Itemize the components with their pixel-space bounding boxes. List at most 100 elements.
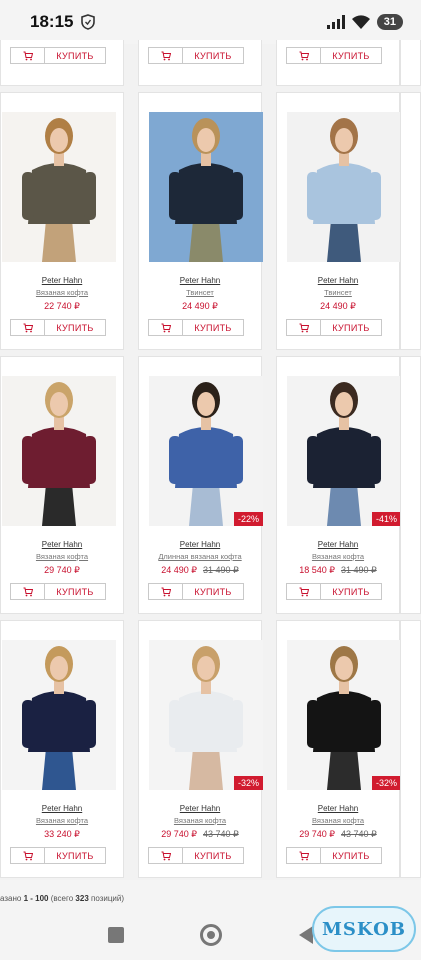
category-link[interactable]: Вязаная кофта — [277, 816, 399, 825]
buy-button[interactable]: КУПИТЬ — [10, 47, 106, 64]
product-card[interactable]: -41% Peter Hahn Вязаная кофта 18 540 ₽ 31 49… — [276, 356, 401, 614]
buy-button-label: КУПИТЬ — [332, 850, 370, 861]
cart-cell[interactable] — [287, 848, 321, 863]
category-link[interactable]: Вязаная кофта — [139, 816, 261, 825]
product-image[interactable]: -41% — [287, 376, 401, 526]
product-image[interactable] — [2, 640, 116, 790]
product-card[interactable]: Peter Hahn Твинсет 24 490 ₽ КУПИТЬ — [138, 92, 263, 350]
product-image[interactable] — [2, 376, 116, 526]
product-image[interactable]: -32% — [149, 640, 263, 790]
buy-button[interactable]: КУПИТЬ — [286, 847, 382, 864]
brand-link[interactable]: Peter Hahn — [139, 276, 261, 285]
buy-button[interactable]: КУПИТЬ — [148, 319, 244, 336]
cart-cell[interactable] — [149, 48, 183, 63]
buy-button[interactable]: КУПИТЬ — [148, 583, 244, 600]
old-price: 31 490 ₽ — [203, 565, 239, 575]
product-card[interactable]: Peter Hahn Вязаная кофта 29 740 ₽ КУПИТЬ — [0, 356, 124, 614]
current-price: 22 740 ₽ — [44, 301, 80, 311]
product-image[interactable] — [2, 112, 116, 262]
cart-cell[interactable] — [11, 48, 45, 63]
status-time: 18:15 — [30, 12, 74, 31]
product-image[interactable]: -22% — [149, 376, 263, 526]
product-image[interactable] — [149, 112, 263, 262]
cart-icon — [23, 51, 33, 60]
product-card[interactable]: -22% Peter Hahn Длинная вязаная кофта 24 49… — [138, 356, 263, 614]
category-link[interactable]: Вязаная кофта — [277, 552, 399, 561]
current-price: 8 040 ₽ — [304, 40, 335, 41]
buy-button-label: КУПИТЬ — [56, 850, 94, 861]
cart-icon — [299, 587, 309, 596]
category-link[interactable]: Длинная вязаная кофта — [139, 552, 261, 561]
cart-cell[interactable] — [11, 320, 45, 335]
brand-link[interactable]: Peter Hahn — [277, 540, 399, 549]
buy-button[interactable]: КУПИТЬ — [148, 47, 244, 64]
buy-button-label: КУПИТЬ — [332, 586, 370, 597]
cart-icon — [161, 587, 171, 596]
cart-icon — [23, 851, 33, 860]
back-button[interactable] — [298, 926, 313, 944]
cart-cell[interactable] — [149, 584, 183, 599]
buy-button-label: КУПИТЬ — [332, 50, 370, 61]
buy-button-label: КУПИТЬ — [56, 50, 94, 61]
category-link[interactable]: Твинсет — [139, 288, 261, 297]
current-price: 29 740 ₽ — [299, 829, 335, 839]
brand-link[interactable]: Peter Hahn — [1, 804, 123, 813]
buy-button[interactable]: КУПИТЬ — [286, 319, 382, 336]
product-image[interactable]: -32% — [287, 640, 401, 790]
old-price: 43 740 ₽ — [203, 829, 239, 839]
home-button[interactable] — [200, 924, 223, 946]
cart-cell[interactable] — [287, 320, 321, 335]
current-price: 29 740 ₽ — [44, 565, 80, 575]
buy-button-label: КУПИТЬ — [56, 586, 94, 597]
category-link[interactable]: Вязаная кофта — [1, 552, 123, 561]
price-line: 33 240 ₽ — [1, 829, 123, 840]
cart-cell[interactable] — [287, 584, 321, 599]
current-price: 24 490 ₽ — [161, 565, 197, 575]
category-link[interactable]: Вязаная кофта — [1, 288, 123, 297]
next-card-peek — [400, 40, 421, 86]
cart-cell[interactable] — [149, 320, 183, 335]
cart-icon — [299, 851, 309, 860]
product-card[interactable]: Peter Hahn Твинсет 24 490 ₽ КУПИТЬ — [276, 92, 401, 350]
summary-middle: (всего — [50, 894, 74, 903]
current-price: 24 490 ₽ — [320, 301, 356, 311]
status-icons: 31 — [326, 14, 403, 30]
buy-button[interactable]: КУПИТЬ — [148, 847, 244, 864]
buy-button[interactable]: КУПИТЬ — [10, 847, 106, 864]
cart-cell[interactable] — [287, 48, 321, 63]
price-line: 24 490 ₽ — [139, 301, 261, 312]
cart-icon — [23, 323, 33, 332]
product-card[interactable]: -32% Peter Hahn Вязаная кофта 29 740 ₽ 43 74… — [276, 620, 401, 878]
current-price: 31 490 ₽ — [44, 40, 80, 41]
category-link[interactable]: Твинсет — [277, 288, 399, 297]
next-card-peek — [400, 92, 421, 350]
cart-icon — [161, 51, 171, 60]
product-card[interactable]: 31 490 ₽ КУПИТЬ — [0, 40, 124, 86]
buy-button[interactable]: КУПИТЬ — [286, 583, 382, 600]
brand-link[interactable]: Peter Hahn — [1, 540, 123, 549]
brand-link[interactable]: Peter Hahn — [277, 804, 399, 813]
summary-range: 1 - 100 — [23, 894, 49, 903]
recent-apps-button[interactable] — [108, 927, 125, 943]
product-image[interactable] — [287, 112, 401, 262]
old-price: 7 490 ₽ — [341, 40, 372, 41]
watermark-logo: MSKOB — [312, 906, 416, 952]
cart-cell[interactable] — [149, 848, 183, 863]
buy-button[interactable]: КУПИТЬ — [10, 583, 106, 600]
product-card[interactable]: Peter Hahn Вязаная кофта 33 240 ₽ КУПИТЬ — [0, 620, 124, 878]
buy-button[interactable]: КУПИТЬ — [10, 319, 106, 336]
product-card[interactable]: Peter Hahn Вязаная кофта 22 740 ₽ КУПИТЬ — [0, 92, 124, 350]
buy-button[interactable]: КУПИТЬ — [286, 47, 382, 64]
product-card[interactable]: 8 040 ₽ 7 490 ₽ КУПИТЬ — [276, 40, 400, 86]
product-card[interactable]: -32% Peter Hahn Вязаная кофта 29 740 ₽ 43 74… — [138, 620, 263, 878]
buy-button-label: КУПИТЬ — [56, 322, 94, 333]
brand-link[interactable]: Peter Hahn — [1, 276, 123, 285]
brand-link[interactable]: Peter Hahn — [139, 540, 261, 549]
cart-cell[interactable] — [11, 848, 45, 863]
brand-link[interactable]: Peter Hahn — [139, 804, 261, 813]
brand-link[interactable]: Peter Hahn — [277, 276, 399, 285]
cart-cell[interactable] — [11, 584, 45, 599]
product-grid: 31 490 ₽ КУПИТЬ 11 015 ₽ КУПИТЬ 8 040 ₽ 7 490… — [0, 40, 421, 880]
product-card[interactable]: 11 015 ₽ КУПИТЬ — [138, 40, 262, 86]
category-link[interactable]: Вязаная кофта — [1, 816, 123, 825]
